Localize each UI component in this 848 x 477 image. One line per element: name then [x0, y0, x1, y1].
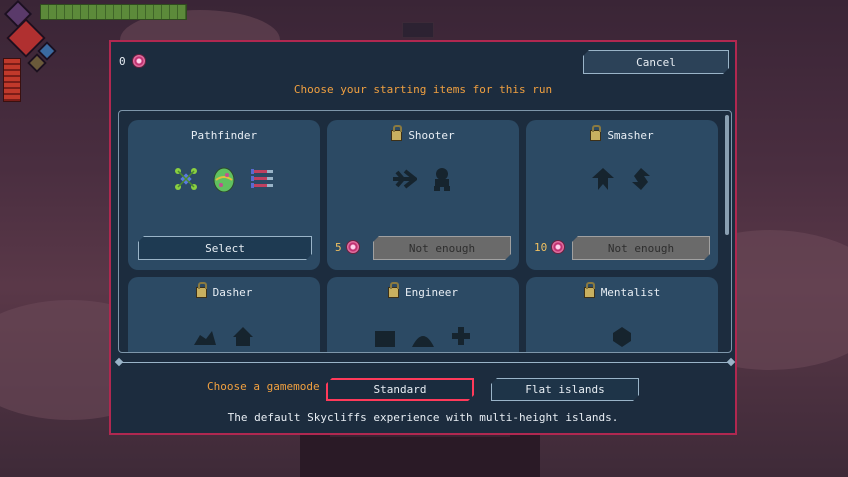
- card-engineer[interactable]: Engineer: [327, 277, 519, 352]
- figure-icon: [434, 168, 450, 191]
- swap-icon: [632, 168, 650, 190]
- cross-icon: [452, 327, 470, 345]
- gamemode-label: Choose a gamemode: [207, 380, 320, 393]
- gem-icon: [551, 240, 566, 254]
- gem-icon: [345, 240, 360, 254]
- currency-count: 0: [119, 54, 126, 68]
- health-bar: [40, 4, 187, 20]
- lock-icon: [195, 282, 207, 298]
- ammo-bar: [3, 58, 21, 102]
- darts-icon: [251, 169, 273, 188]
- card-mentalist[interactable]: Mentalist: [526, 277, 718, 352]
- card-shooter[interactable]: Shooter 5 Not enough: [327, 120, 519, 270]
- card-title: Shooter: [408, 129, 455, 142]
- brain-icon: [613, 327, 631, 347]
- wing-icon: [194, 331, 216, 345]
- gem-icon: [131, 54, 146, 68]
- ward-icon: [175, 168, 197, 190]
- top-indicator: [402, 22, 434, 38]
- cost-value: 10: [534, 240, 548, 254]
- cost-value: 5: [335, 240, 342, 254]
- section-divider: [118, 362, 732, 363]
- card-title: Mentalist: [600, 286, 661, 299]
- select-button[interactable]: Select: [138, 236, 312, 260]
- card-smasher[interactable]: Smasher 10 Not enough: [526, 120, 718, 270]
- card-title: Smasher: [607, 129, 654, 142]
- grid-scrollbar[interactable]: [725, 115, 729, 235]
- gamemode-description: The default Skycliffs experience with mu…: [227, 411, 619, 424]
- card-dasher[interactable]: Dasher: [128, 277, 320, 352]
- egg-icon: [213, 167, 235, 192]
- box-icon: [375, 331, 395, 347]
- dome-icon: [412, 336, 434, 347]
- starting-items-dialog: 0 Cancel Choose your starting items for …: [109, 40, 737, 435]
- arrows-icon: [393, 169, 417, 189]
- card-pathfinder[interactable]: Pathfinder Select: [128, 120, 320, 270]
- gamemode-standard-button[interactable]: Standard: [326, 378, 474, 401]
- unlock-cost: 5: [335, 240, 360, 254]
- lock-icon: [590, 125, 602, 141]
- unlock-cost: 10: [534, 240, 566, 254]
- currency-display: 0: [119, 54, 146, 68]
- lock-icon: [391, 125, 403, 141]
- background-tower: [300, 423, 540, 477]
- dialog-subtitle: Choose your starting items for this run: [293, 83, 553, 96]
- card-title: Engineer: [405, 286, 458, 299]
- not-enough-button[interactable]: Not enough: [373, 236, 511, 260]
- lock-icon: [583, 282, 595, 298]
- cancel-button[interactable]: Cancel: [583, 50, 729, 74]
- gamemode-flat-islands-button[interactable]: Flat islands: [491, 378, 639, 401]
- loadout-grid[interactable]: Pathfinder Select Shooter 5 Not enough S…: [118, 110, 732, 353]
- card-title: Pathfinder: [190, 129, 258, 142]
- card-title: Dasher: [212, 286, 253, 299]
- not-enough-button[interactable]: Not enough: [572, 236, 710, 260]
- shard-icon: [592, 168, 614, 190]
- house-icon: [233, 327, 253, 346]
- lock-icon: [388, 282, 399, 298]
